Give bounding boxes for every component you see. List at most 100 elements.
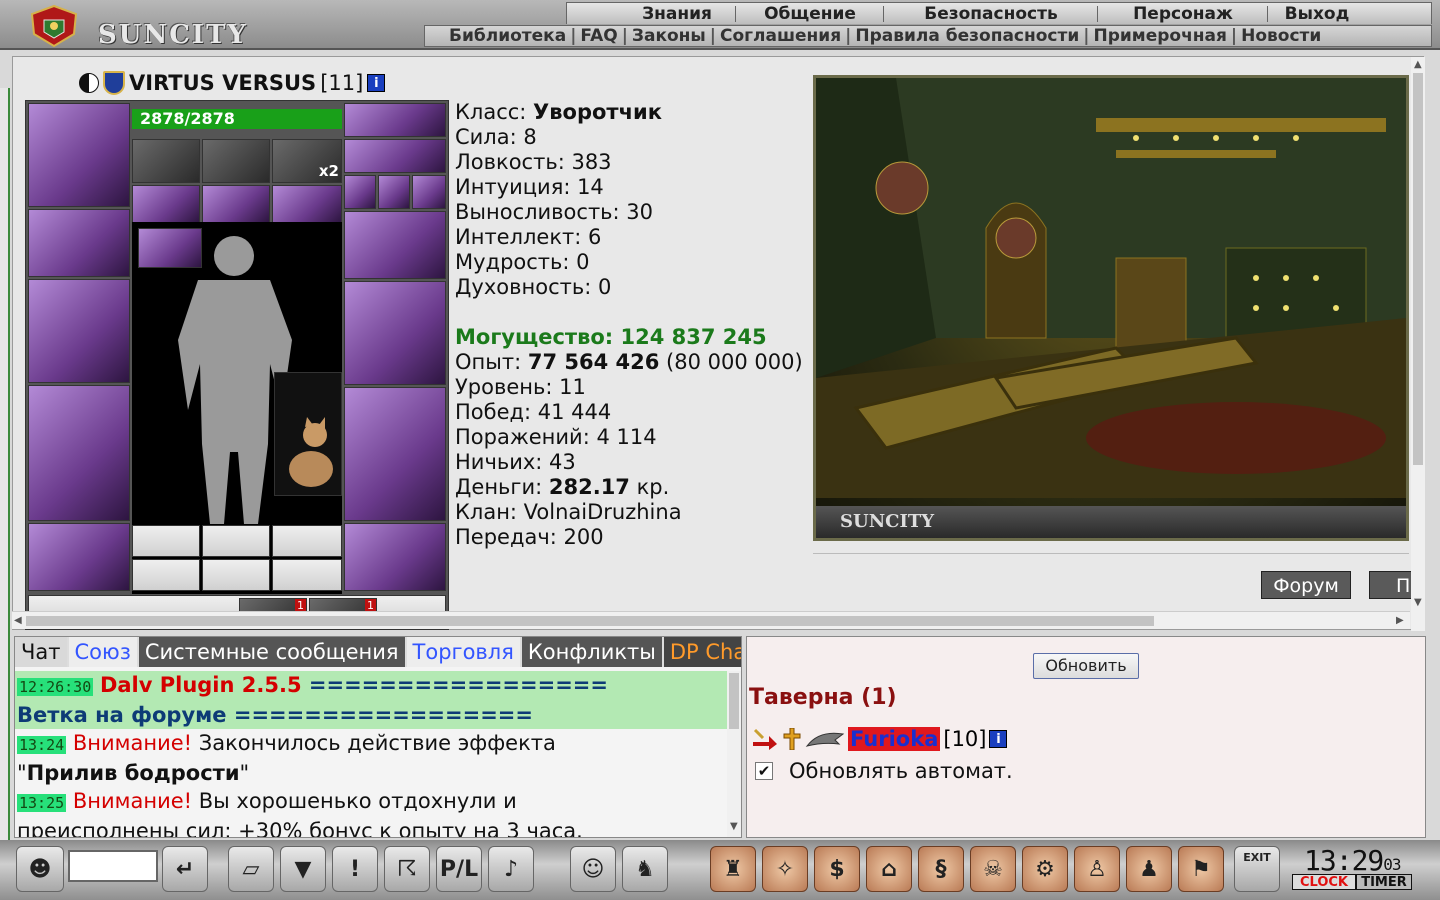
compass-icon[interactable]: ✧: [762, 846, 808, 892]
speak-icon[interactable]: ☻: [16, 846, 64, 892]
rune-slot-1[interactable]: [132, 185, 200, 223]
armor-slot[interactable]: [28, 385, 130, 521]
scroll-down-arrow-icon[interactable]: ▼: [1414, 597, 1422, 609]
scroll-icon[interactable]: §: [918, 846, 964, 892]
clear-eraser-icon[interactable]: ▱: [228, 846, 274, 892]
empty-slot[interactable]: [202, 525, 270, 557]
filter-icon[interactable]: ▼: [280, 846, 326, 892]
message-timestamp[interactable]: 12:26:30: [17, 678, 94, 696]
link-faq[interactable]: FAQ: [580, 26, 617, 46]
ring-slot-2[interactable]: [378, 175, 410, 209]
scroll-right-arrow-icon[interactable]: ▶: [1396, 615, 1404, 627]
link-novosti[interactable]: Новости: [1241, 26, 1321, 46]
alignment-icon[interactable]: [79, 73, 99, 93]
knight-icon[interactable]: ♜: [710, 846, 756, 892]
rune-slot-3[interactable]: [272, 185, 342, 223]
private-message-icon[interactable]: [751, 728, 779, 750]
refresh-button[interactable]: Обновить: [1033, 653, 1139, 679]
link-biblioteka[interactable]: Библиотека: [449, 26, 566, 46]
next-location-button[interactable]: П: [1369, 571, 1413, 599]
info-icon[interactable]: i: [989, 730, 1008, 748]
tab-conflicts[interactable]: Конфликты: [521, 637, 662, 667]
accessory-slot-3[interactable]: x2: [272, 139, 342, 183]
chat-input[interactable]: [68, 850, 158, 882]
location-image[interactable]: SUNCITY: [813, 75, 1409, 541]
helmet-slot[interactable]: [28, 103, 130, 207]
main-horizontal-scrollbar[interactable]: ◀ ▶: [12, 611, 1410, 629]
belt-slot[interactable]: [28, 523, 130, 591]
tab-dp-chat[interactable]: DP Chat: [663, 637, 741, 667]
amulet-slot[interactable]: [344, 103, 446, 137]
menu-bezopasnost[interactable]: Безопасность: [887, 3, 1095, 25]
link-primerochnaya[interactable]: Примерочная: [1093, 26, 1226, 46]
timer-button[interactable]: TIMER: [1356, 874, 1412, 890]
scroll-down-arrow-icon[interactable]: ▼: [730, 821, 738, 833]
send-enter-icon[interactable]: ↵: [162, 846, 208, 892]
smiley-icon[interactable]: ☺: [570, 846, 616, 892]
menu-personazh[interactable]: Персонаж: [1101, 3, 1265, 25]
link-zakony[interactable]: Законы: [632, 26, 706, 46]
weapon-right-slot[interactable]: [344, 281, 446, 385]
stat-clan[interactable]: Клан: VolnaiDruzhina: [455, 500, 815, 525]
tab-chat[interactable]: Чат: [15, 637, 67, 667]
message-timestamp[interactable]: 13:25: [17, 794, 67, 812]
rune-slot-2[interactable]: [202, 185, 270, 223]
empty-slot[interactable]: [272, 525, 342, 557]
empty-slot[interactable]: [272, 559, 342, 591]
tab-trade[interactable]: Торговля: [406, 637, 520, 667]
gloves-slot[interactable]: [344, 211, 446, 279]
scroll-up-arrow-icon[interactable]: ▲: [1414, 59, 1422, 71]
money-bag-icon[interactable]: $: [814, 846, 860, 892]
info-icon[interactable]: i: [367, 74, 386, 92]
scrollbar-thumb[interactable]: [26, 616, 1154, 626]
scroll-left-arrow-icon[interactable]: ◀: [14, 615, 22, 627]
ring-slot-1[interactable]: [344, 175, 376, 209]
empty-slot[interactable]: [202, 559, 270, 591]
sound-icon[interactable]: ♪: [488, 846, 534, 892]
cross-align-icon[interactable]: [782, 728, 802, 750]
gear-icon[interactable]: ⚙: [1022, 846, 1068, 892]
empty-slot[interactable]: [132, 525, 200, 557]
user-name[interactable]: Furioka: [848, 727, 941, 751]
person-icon[interactable]: ♙: [1074, 846, 1120, 892]
message-timestamp[interactable]: 13:24: [17, 736, 67, 754]
group-icon[interactable]: ♟: [1126, 846, 1172, 892]
bracers-slot[interactable]: [28, 209, 130, 277]
boots-slot[interactable]: [344, 523, 446, 591]
forum-button[interactable]: Форум: [1261, 571, 1351, 599]
scrollbar-thumb[interactable]: [729, 673, 739, 729]
empty-slot[interactable]: [132, 559, 200, 591]
menu-znaniya[interactable]: Знания: [617, 3, 737, 25]
pet-food-slot[interactable]: [138, 228, 202, 268]
skull-icon[interactable]: ☠: [970, 846, 1016, 892]
chest-icon[interactable]: ⌂: [866, 846, 912, 892]
pet-slot[interactable]: [274, 372, 342, 496]
auto-refresh-checkbox[interactable]: ✔: [755, 762, 773, 780]
tab-alliance[interactable]: Союз: [68, 637, 137, 667]
clan-shield-icon[interactable]: [103, 71, 125, 95]
helmet-settings-icon[interactable]: ♞: [622, 846, 668, 892]
link-soglasheniya[interactable]: Соглашения: [720, 26, 841, 46]
clan-emblem-icon[interactable]: [805, 728, 845, 750]
ring-slot-3[interactable]: [412, 175, 446, 209]
walk-figure-icon[interactable]: ☈: [384, 846, 430, 892]
forum-branch-link[interactable]: Ветка на форуме =================: [17, 703, 533, 727]
chat-scrollbar[interactable]: ▼: [727, 671, 741, 837]
clock-button[interactable]: CLOCK: [1292, 874, 1356, 890]
pl-translit-icon[interactable]: P/L: [436, 846, 482, 892]
menu-vyhod[interactable]: Выход: [1271, 3, 1363, 25]
accessory-slot-2[interactable]: [202, 139, 270, 183]
flag-icon[interactable]: ⚑: [1178, 846, 1224, 892]
exit-door-icon[interactable]: EXIT: [1234, 846, 1280, 892]
tab-system-messages[interactable]: Системные сообщения: [138, 637, 405, 667]
main-vertical-scrollbar[interactable]: ▲ ▼: [1411, 57, 1425, 631]
alert-icon[interactable]: !: [332, 846, 378, 892]
necklace-slot[interactable]: [344, 139, 446, 173]
suncity-logo[interactable]: SUNCITY: [14, 2, 246, 50]
link-pravila-bezopasnosti[interactable]: Правила безопасности: [855, 26, 1079, 46]
leggings-slot[interactable]: [344, 387, 446, 521]
accessory-slot-1[interactable]: [132, 139, 200, 183]
weapon-left-slot[interactable]: [28, 279, 130, 383]
menu-obshchenie[interactable]: Общение: [739, 3, 881, 25]
scrollbar-thumb[interactable]: [1413, 73, 1423, 465]
